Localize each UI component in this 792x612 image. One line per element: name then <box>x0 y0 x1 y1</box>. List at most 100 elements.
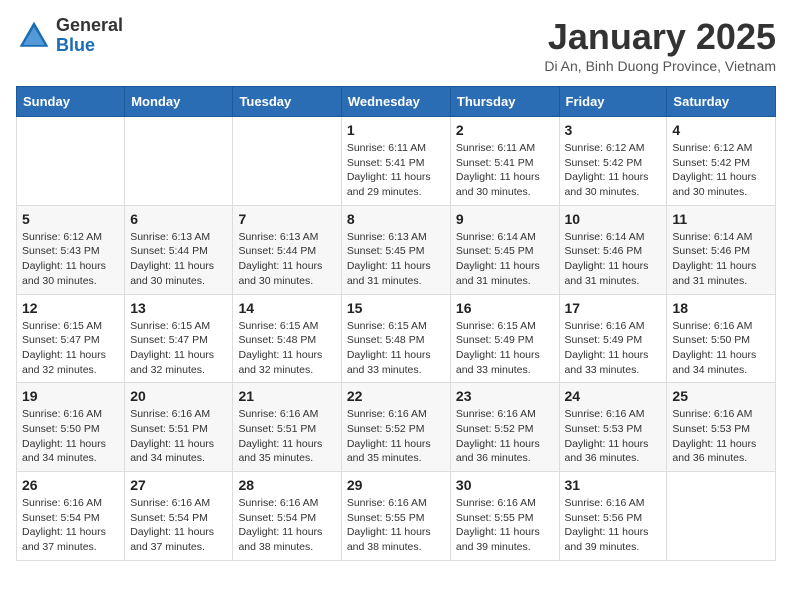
calendar-cell: 7 Sunrise: 6:13 AM Sunset: 5:44 PM Daylig… <box>233 205 341 294</box>
day-info: Sunrise: 6:13 AM Sunset: 5:44 PM Dayligh… <box>130 230 227 289</box>
day-number: 4 <box>672 122 770 138</box>
day-number: 6 <box>130 211 227 227</box>
calendar-header: SundayMondayTuesdayWednesdayThursdayFrid… <box>17 87 776 117</box>
day-info: Sunrise: 6:16 AM Sunset: 5:54 PM Dayligh… <box>130 496 227 555</box>
day-info: Sunrise: 6:16 AM Sunset: 5:50 PM Dayligh… <box>22 407 119 466</box>
day-of-week-header: Friday <box>559 87 667 117</box>
calendar-cell: 27 Sunrise: 6:16 AM Sunset: 5:54 PM Dayli… <box>125 472 233 561</box>
day-info: Sunrise: 6:16 AM Sunset: 5:52 PM Dayligh… <box>456 407 554 466</box>
day-of-week-header: Tuesday <box>233 87 341 117</box>
day-info: Sunrise: 6:14 AM Sunset: 5:46 PM Dayligh… <box>565 230 662 289</box>
day-info: Sunrise: 6:16 AM Sunset: 5:51 PM Dayligh… <box>130 407 227 466</box>
day-of-week-header: Wednesday <box>341 87 450 117</box>
calendar-body: 1 Sunrise: 6:11 AM Sunset: 5:41 PM Daylig… <box>17 117 776 561</box>
day-info: Sunrise: 6:13 AM Sunset: 5:44 PM Dayligh… <box>238 230 335 289</box>
calendar-cell: 25 Sunrise: 6:16 AM Sunset: 5:53 PM Dayli… <box>667 383 776 472</box>
calendar-cell: 28 Sunrise: 6:16 AM Sunset: 5:54 PM Dayli… <box>233 472 341 561</box>
calendar-cell: 29Sunrise: 6:16 AM Sunset: 5:55 PM Dayli… <box>341 472 450 561</box>
day-of-week-header: Thursday <box>450 87 559 117</box>
day-number: 7 <box>238 211 335 227</box>
day-number: 1 <box>347 122 445 138</box>
calendar-cell: 8 Sunrise: 6:13 AM Sunset: 5:45 PM Daylig… <box>341 205 450 294</box>
day-number: 16 <box>456 300 554 316</box>
day-info: Sunrise: 6:16 AM Sunset: 5:53 PM Dayligh… <box>565 407 662 466</box>
day-info: Sunrise: 6:16 AM Sunset: 5:53 PM Dayligh… <box>672 407 770 466</box>
day-number: 12 <box>22 300 119 316</box>
day-number: 27 <box>130 477 227 493</box>
day-number: 13 <box>130 300 227 316</box>
day-number: 25 <box>672 388 770 404</box>
day-number: 8 <box>347 211 445 227</box>
day-info: Sunrise: 6:11 AM Sunset: 5:41 PM Dayligh… <box>456 141 554 200</box>
day-number: 28 <box>238 477 335 493</box>
day-number: 20 <box>130 388 227 404</box>
day-number: 19 <box>22 388 119 404</box>
calendar-cell: 22Sunrise: 6:16 AM Sunset: 5:52 PM Dayli… <box>341 383 450 472</box>
day-number: 9 <box>456 211 554 227</box>
calendar-cell: 23Sunrise: 6:16 AM Sunset: 5:52 PM Dayli… <box>450 383 559 472</box>
calendar-cell <box>667 472 776 561</box>
calendar-cell: 11 Sunrise: 6:14 AM Sunset: 5:46 PM Dayli… <box>667 205 776 294</box>
day-of-week-header: Saturday <box>667 87 776 117</box>
calendar-cell: 3 Sunrise: 6:12 AM Sunset: 5:42 PM Daylig… <box>559 117 667 206</box>
day-info: Sunrise: 6:13 AM Sunset: 5:45 PM Dayligh… <box>347 230 445 289</box>
day-info: Sunrise: 6:15 AM Sunset: 5:48 PM Dayligh… <box>347 319 445 378</box>
day-info: Sunrise: 6:14 AM Sunset: 5:46 PM Dayligh… <box>672 230 770 289</box>
day-info: Sunrise: 6:12 AM Sunset: 5:43 PM Dayligh… <box>22 230 119 289</box>
day-number: 2 <box>456 122 554 138</box>
day-number: 11 <box>672 211 770 227</box>
logo: General Blue <box>16 16 123 56</box>
day-of-week-header: Sunday <box>17 87 125 117</box>
day-number: 21 <box>238 388 335 404</box>
day-info: Sunrise: 6:15 AM Sunset: 5:47 PM Dayligh… <box>22 319 119 378</box>
calendar-cell: 16 Sunrise: 6:15 AM Sunset: 5:49 PM Dayli… <box>450 294 559 383</box>
calendar-cell <box>125 117 233 206</box>
day-of-week-header: Monday <box>125 87 233 117</box>
calendar-cell: 6 Sunrise: 6:13 AM Sunset: 5:44 PM Daylig… <box>125 205 233 294</box>
day-info: Sunrise: 6:16 AM Sunset: 5:51 PM Dayligh… <box>238 407 335 466</box>
calendar-cell: 5Sunrise: 6:12 AM Sunset: 5:43 PM Daylig… <box>17 205 125 294</box>
calendar-cell: 13Sunrise: 6:15 AM Sunset: 5:47 PM Dayli… <box>125 294 233 383</box>
calendar-week-row: 19 Sunrise: 6:16 AM Sunset: 5:50 PM Dayli… <box>17 383 776 472</box>
calendar-cell: 24 Sunrise: 6:16 AM Sunset: 5:53 PM Dayli… <box>559 383 667 472</box>
day-info: Sunrise: 6:16 AM Sunset: 5:56 PM Dayligh… <box>565 496 662 555</box>
calendar-table: SundayMondayTuesdayWednesdayThursdayFrid… <box>16 86 776 561</box>
calendar-week-row: 12 Sunrise: 6:15 AM Sunset: 5:47 PM Dayli… <box>17 294 776 383</box>
logo-general-text: General <box>56 16 123 36</box>
day-headers-row: SundayMondayTuesdayWednesdayThursdayFrid… <box>17 87 776 117</box>
day-info: Sunrise: 6:16 AM Sunset: 5:55 PM Dayligh… <box>456 496 554 555</box>
calendar-cell: 15 Sunrise: 6:15 AM Sunset: 5:48 PM Dayli… <box>341 294 450 383</box>
day-info: Sunrise: 6:12 AM Sunset: 5:42 PM Dayligh… <box>672 141 770 200</box>
page-header: General Blue January 2025 Di An, Binh Du… <box>16 16 776 74</box>
day-info: Sunrise: 6:16 AM Sunset: 5:50 PM Dayligh… <box>672 319 770 378</box>
day-number: 24 <box>565 388 662 404</box>
day-number: 3 <box>565 122 662 138</box>
calendar-cell <box>233 117 341 206</box>
location-title: Di An, Binh Duong Province, Vietnam <box>544 58 776 74</box>
calendar-week-row: 5Sunrise: 6:12 AM Sunset: 5:43 PM Daylig… <box>17 205 776 294</box>
day-number: 31 <box>565 477 662 493</box>
day-number: 18 <box>672 300 770 316</box>
calendar-cell: 1 Sunrise: 6:11 AM Sunset: 5:41 PM Daylig… <box>341 117 450 206</box>
day-info: Sunrise: 6:16 AM Sunset: 5:52 PM Dayligh… <box>347 407 445 466</box>
calendar-cell: 26Sunrise: 6:16 AM Sunset: 5:54 PM Dayli… <box>17 472 125 561</box>
logo-text: General Blue <box>56 16 123 56</box>
calendar-cell: 18 Sunrise: 6:16 AM Sunset: 5:50 PM Dayli… <box>667 294 776 383</box>
title-block: January 2025 Di An, Binh Duong Province,… <box>544 16 776 74</box>
day-info: Sunrise: 6:15 AM Sunset: 5:49 PM Dayligh… <box>456 319 554 378</box>
day-info: Sunrise: 6:16 AM Sunset: 5:54 PM Dayligh… <box>238 496 335 555</box>
calendar-cell: 12 Sunrise: 6:15 AM Sunset: 5:47 PM Dayli… <box>17 294 125 383</box>
calendar-cell: 31 Sunrise: 6:16 AM Sunset: 5:56 PM Dayli… <box>559 472 667 561</box>
day-number: 14 <box>238 300 335 316</box>
day-info: Sunrise: 6:14 AM Sunset: 5:45 PM Dayligh… <box>456 230 554 289</box>
calendar-cell: 10Sunrise: 6:14 AM Sunset: 5:46 PM Dayli… <box>559 205 667 294</box>
calendar-cell: 17Sunrise: 6:16 AM Sunset: 5:49 PM Dayli… <box>559 294 667 383</box>
calendar-cell: 14Sunrise: 6:15 AM Sunset: 5:48 PM Dayli… <box>233 294 341 383</box>
day-info: Sunrise: 6:16 AM Sunset: 5:55 PM Dayligh… <box>347 496 445 555</box>
logo-blue-text: Blue <box>56 36 123 56</box>
day-info: Sunrise: 6:11 AM Sunset: 5:41 PM Dayligh… <box>347 141 445 200</box>
day-number: 26 <box>22 477 119 493</box>
day-number: 15 <box>347 300 445 316</box>
day-number: 17 <box>565 300 662 316</box>
day-info: Sunrise: 6:12 AM Sunset: 5:42 PM Dayligh… <box>565 141 662 200</box>
